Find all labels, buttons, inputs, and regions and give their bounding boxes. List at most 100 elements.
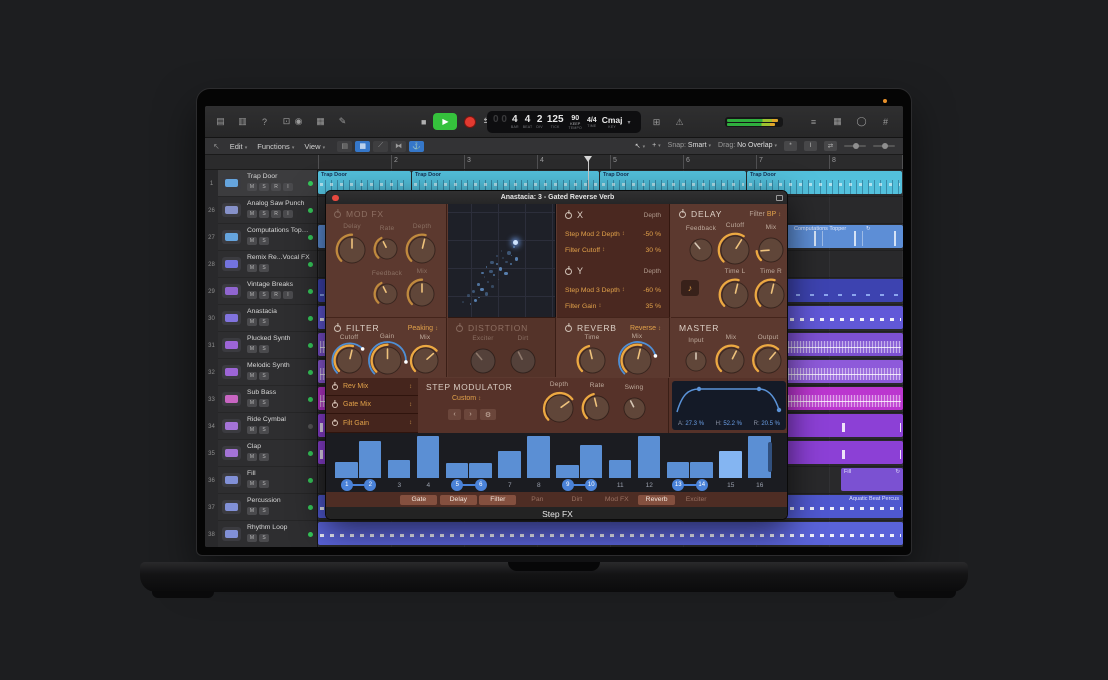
solo-button[interactable]: S — [259, 453, 269, 461]
next-pattern-button[interactable]: › — [464, 409, 477, 420]
input-monitor-button[interactable]: I — [283, 183, 293, 191]
step-bar-12[interactable] — [638, 436, 661, 478]
step-number-label[interactable]: 6 — [475, 479, 487, 491]
mute-button[interactable]: M — [247, 480, 257, 488]
step-bar-15[interactable] — [719, 451, 742, 478]
chevron-down-icon[interactable]: ▾ — [628, 119, 631, 126]
arrangement-row[interactable] — [318, 521, 903, 547]
attack-value[interactable]: A: 27.3 % — [678, 421, 704, 427]
mute-button[interactable]: M — [247, 318, 257, 326]
power-icon[interactable] — [332, 420, 338, 426]
xy-pad[interactable] — [448, 204, 556, 317]
linked-step-numbers[interactable]: 12 — [335, 478, 382, 492]
list-editors-icon[interactable]: ≡ — [806, 115, 821, 128]
lcd-tempo[interactable]: 90 KEEP TEMPO — [569, 115, 582, 130]
x-depth-value[interactable]: 30 % — [646, 247, 662, 254]
step-number-label[interactable]: 3 — [388, 482, 412, 489]
linked-step-numbers[interactable]: 56 — [446, 478, 493, 492]
mute-button[interactable]: M — [247, 534, 257, 542]
step-bar-3[interactable] — [388, 460, 411, 478]
fx-button-delay[interactable]: Delay — [440, 495, 477, 505]
step-number[interactable]: 3 — [388, 478, 412, 492]
step-bar-7[interactable] — [498, 451, 521, 478]
catch-playhead-icon[interactable]: ⚓ — [409, 141, 424, 152]
close-icon[interactable] — [332, 195, 339, 202]
solo-button[interactable]: S — [259, 237, 269, 245]
solo-button[interactable]: S — [259, 210, 269, 218]
lcd-time-signature[interactable]: 4/4 TIME — [587, 117, 597, 128]
mute-button[interactable]: M — [247, 345, 257, 353]
step-number[interactable]: 12 — [638, 478, 662, 492]
input-monitor-button[interactable]: I — [283, 210, 293, 218]
step-bar-13[interactable] — [667, 462, 690, 478]
track-header-ride-cymbal[interactable]: 34Ride CymbalMS — [205, 413, 318, 440]
prev-pattern-button[interactable]: ‹ — [448, 409, 461, 420]
track-header-trap-door[interactable]: 1Trap DoorMSRI — [205, 170, 318, 197]
lcd-display[interactable]: 0 0 4BAR 4BEAT 2DIV 125TICK 90 KEEP TEMP… — [487, 111, 641, 133]
alert-icon[interactable]: ⚠ — [672, 116, 687, 129]
step-number-label[interactable]: 10 — [585, 479, 597, 491]
solo-button[interactable]: S — [259, 345, 269, 353]
step-bar-9[interactable] — [556, 465, 579, 478]
step-number-label[interactable]: 8 — [527, 482, 551, 489]
time-r-knob[interactable] — [751, 275, 788, 317]
hold-value[interactable]: H: 52.2 % — [716, 421, 742, 427]
target-row-filt-gain[interactable]: Filt Gain↕ — [326, 415, 418, 433]
loop-browser-icon[interactable]: ◯ — [854, 115, 869, 128]
track-header-melodic-synth[interactable]: 32Melodic SynthMS — [205, 359, 318, 386]
plugin-window[interactable]: Anastacia: 3 - Gated Reverse Verb MOD FX… — [325, 190, 788, 520]
record-enable-button[interactable]: R — [271, 210, 281, 218]
track-header-fill[interactable]: 36FillMS — [205, 467, 318, 494]
input-monitor-button[interactable]: I — [283, 291, 293, 299]
y-assignment-row[interactable]: Step Mod 3 Depth ↕ -60 % — [565, 285, 661, 295]
smart-controls-icon[interactable]: ◉ — [291, 115, 306, 128]
target-row-rev-mix[interactable]: Rev Mix↕ — [326, 378, 418, 396]
track-header-sub-bass[interactable]: 33Sub BassMS — [205, 386, 318, 413]
power-icon[interactable] — [565, 268, 572, 275]
secondary-tool-menu[interactable]: + ▾ — [652, 142, 661, 149]
power-icon[interactable] — [456, 325, 463, 332]
step-number[interactable]: 4 — [417, 478, 441, 492]
step-number[interactable]: 8 — [527, 478, 551, 492]
record-button[interactable] — [464, 116, 476, 128]
envelope-display[interactable]: A: 27.3 % H: 52.2 % R: 20.5 % — [672, 381, 786, 430]
tempo-sync-note-icon[interactable]: ♪ — [681, 280, 699, 296]
mix-knob[interactable] — [406, 341, 445, 382]
record-enable-button[interactable]: R — [271, 183, 281, 191]
solo-button[interactable]: S — [259, 183, 269, 191]
solo-button[interactable]: S — [259, 534, 269, 542]
power-icon[interactable] — [332, 384, 338, 390]
fx-button-filter[interactable]: Filter — [479, 495, 516, 505]
xy-cursor-dot[interactable] — [513, 240, 518, 245]
track-header-vintage-breaks[interactable]: 29Vintage BreaksMSRI — [205, 278, 318, 305]
grid-view-icon[interactable]: ▤ — [337, 141, 352, 152]
step-bar-10[interactable] — [580, 445, 603, 478]
mute-button[interactable]: M — [247, 507, 257, 515]
help-icon[interactable]: ? — [257, 115, 272, 128]
mute-button[interactable]: M — [247, 372, 257, 380]
mix-knob[interactable] — [403, 275, 441, 315]
fx-button-mod-fx[interactable]: Mod FX — [598, 495, 636, 505]
track-header-plucked-synth[interactable]: 31Plucked SynthMS — [205, 332, 318, 359]
track-header-anastacia[interactable]: 30AnastaciaMS — [205, 305, 318, 332]
menu-functions[interactable]: Functions ▾ — [257, 142, 294, 151]
x-assignment-row[interactable]: Step Mod 2 Depth ↕ -50 % — [565, 229, 661, 239]
step-number-label[interactable]: 7 — [498, 482, 522, 489]
track-header-rhythm-loop[interactable]: 38Rhythm LoopMS — [205, 521, 318, 547]
step-bar-11[interactable] — [609, 460, 632, 478]
editors-icon[interactable]: ✎ — [335, 115, 350, 128]
snap-toggle-icon[interactable]: * — [784, 141, 797, 151]
flex-icon[interactable]: ⧓ — [391, 141, 406, 152]
depth-knob[interactable] — [402, 230, 442, 272]
step-number-label[interactable]: 5 — [451, 479, 463, 491]
step-number[interactable]: 7 — [498, 478, 522, 492]
piano-roll-icon[interactable]: ▦ — [355, 141, 370, 152]
snap-menu[interactable]: Snap: Smart ▾ — [668, 142, 711, 149]
step-number-label[interactable]: 16 — [748, 482, 772, 489]
play-button[interactable]: ▶ — [433, 113, 457, 130]
stop-button[interactable]: ■ — [421, 117, 426, 127]
quick-help-icon[interactable]: ▤ — [213, 115, 228, 128]
step-number[interactable]: 16 — [748, 478, 772, 492]
time-knob[interactable] — [573, 341, 612, 382]
step-number-label[interactable]: 15 — [719, 482, 743, 489]
